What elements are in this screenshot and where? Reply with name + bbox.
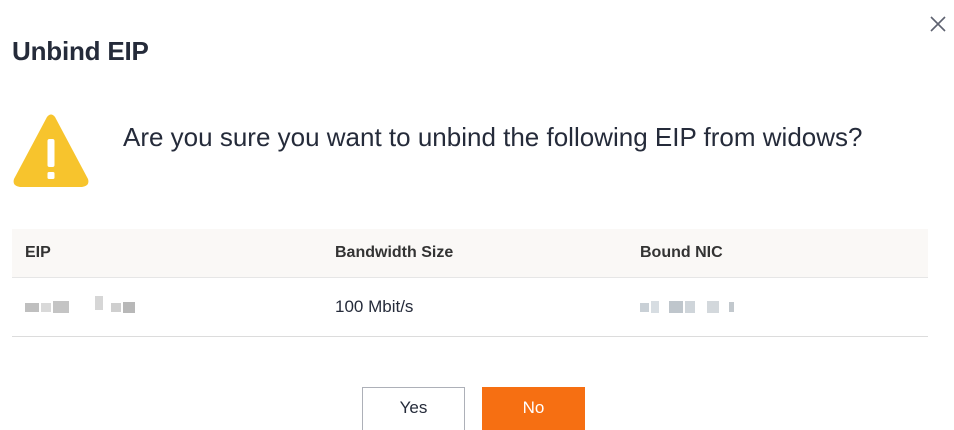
warning-icon xyxy=(12,113,90,189)
confirmation-message: Are you sure you want to unbind the foll… xyxy=(123,122,863,152)
dialog-actions: Yes No xyxy=(0,387,954,430)
column-header-eip: EIP xyxy=(25,244,51,261)
table-header: EIP Bandwidth Size Bound NIC xyxy=(12,229,928,278)
bandwidth-value: 100 Mbit/s xyxy=(335,297,414,316)
yes-button[interactable]: Yes xyxy=(362,387,465,430)
no-button[interactable]: No xyxy=(482,387,585,430)
table-row: 100 Mbit/s xyxy=(12,278,928,337)
redacted-nic xyxy=(640,297,734,317)
column-header-bound-nic: Bound NIC xyxy=(640,244,723,261)
dialog-title: Unbind EIP xyxy=(12,36,149,66)
eip-value xyxy=(12,296,333,318)
redacted-eip xyxy=(25,296,135,317)
column-header-bandwidth: Bandwidth Size xyxy=(335,244,454,261)
close-button[interactable] xyxy=(926,12,950,36)
unbind-eip-dialog: Unbind EIP Are you sure you want to unbi… xyxy=(0,0,954,430)
bound-nic-value xyxy=(638,297,928,318)
close-icon xyxy=(930,16,946,32)
eip-table: EIP Bandwidth Size Bound NIC 100 Mbit/s xyxy=(12,229,928,337)
